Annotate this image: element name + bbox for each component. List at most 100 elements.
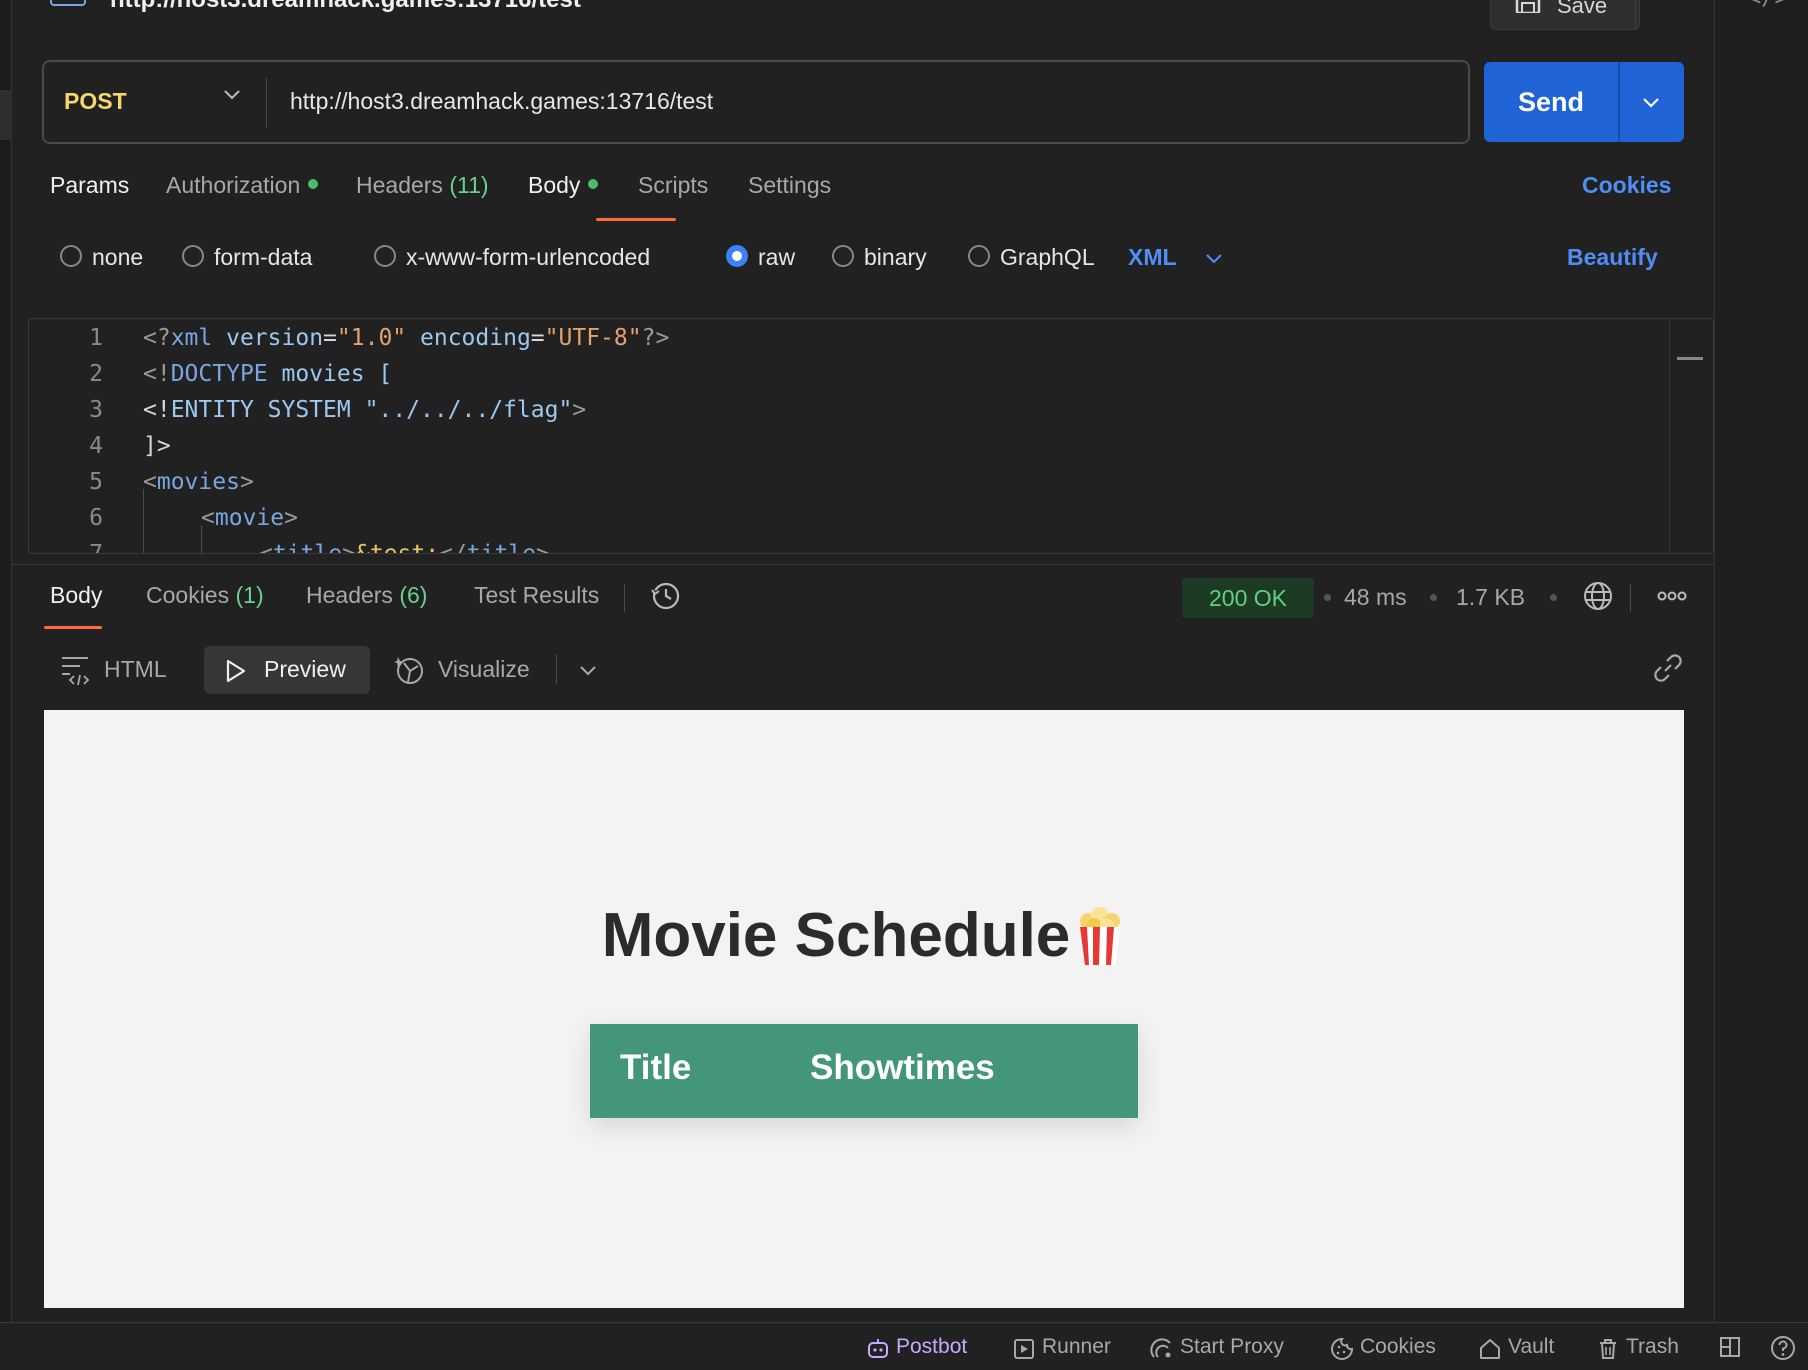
layout-toggle-icon[interactable] bbox=[1718, 1335, 1742, 1359]
meta-separator-dot bbox=[1430, 594, 1437, 601]
more-options-icon[interactable] bbox=[1656, 584, 1688, 608]
line-number: 5 bbox=[89, 469, 103, 495]
method-select[interactable]: POST bbox=[64, 88, 127, 115]
response-cookies-count: (1) bbox=[235, 582, 264, 608]
code-line: 7 <title>&test;</title> bbox=[29, 541, 1669, 553]
tab-response-cookies-label: Cookies bbox=[146, 582, 230, 608]
send-options-chevron-icon[interactable] bbox=[1618, 62, 1684, 142]
code-line: 3 <!ENTITY SYSTEM "../../../flag"> bbox=[29, 397, 1669, 433]
response-tabs-divider bbox=[624, 584, 625, 612]
view-visualize-label: Visualize bbox=[438, 656, 530, 682]
body-type-graphql[interactable]: GraphQL bbox=[968, 244, 1095, 271]
cookies-link[interactable]: Cookies bbox=[1582, 172, 1671, 199]
view-preview-button[interactable]: Preview bbox=[204, 646, 370, 694]
left-sidebar-strip bbox=[0, 0, 12, 1322]
right-context-rail: </> bbox=[1714, 0, 1808, 1322]
radio-urlencoded[interactable] bbox=[374, 244, 396, 267]
radio-raw-selected[interactable] bbox=[726, 244, 748, 267]
tab-scripts[interactable]: Scripts bbox=[638, 172, 708, 199]
code-snippet-icon[interactable]: </> bbox=[1748, 0, 1788, 11]
column-header-showtimes: Showtimes bbox=[810, 1048, 995, 1087]
send-button[interactable]: Send bbox=[1484, 62, 1618, 142]
tab-response-headers-label: Headers bbox=[306, 582, 393, 608]
response-size[interactable]: 1.7 KB bbox=[1456, 584, 1525, 611]
body-type-form-data-label: form-data bbox=[214, 244, 313, 270]
footer-vault-label: Vault bbox=[1508, 1335, 1555, 1358]
editor-scroll-track bbox=[1669, 319, 1670, 553]
code-text: <!DOCTYPE movies [ bbox=[143, 361, 393, 387]
request-type-icon bbox=[50, 0, 86, 6]
meta-separator-dot bbox=[1324, 594, 1331, 601]
response-time[interactable]: 48 ms bbox=[1344, 584, 1407, 611]
tab-response-cookies[interactable]: Cookies (1) bbox=[146, 582, 264, 609]
response-tab-underline bbox=[44, 626, 102, 629]
postbot-icon bbox=[868, 1339, 888, 1358]
radio-none[interactable] bbox=[60, 244, 82, 267]
tab-settings[interactable]: Settings bbox=[748, 172, 831, 199]
body-type-graphql-label: GraphQL bbox=[1000, 244, 1095, 270]
body-type-urlencoded[interactable]: x-www-form-urlencoded bbox=[374, 244, 650, 271]
html-preview-frame[interactable]: Movie Schedule Title Showtimes bbox=[44, 710, 1684, 1308]
tab-response-headers[interactable]: Headers (6) bbox=[306, 582, 427, 609]
status-bar: Postbot Runner Start Proxy Cookies Vault… bbox=[0, 1322, 1808, 1370]
footer-start-proxy-label: Start Proxy bbox=[1180, 1335, 1284, 1358]
indent-guide bbox=[143, 489, 144, 553]
body-type-form-data[interactable]: form-data bbox=[182, 244, 312, 271]
meta-separator-dot bbox=[1550, 594, 1557, 601]
authorization-status-dot bbox=[308, 178, 319, 189]
code-line: 6 <movie> bbox=[29, 505, 1669, 541]
code-text: <?xml version="1.0" encoding="UTF-8"?> bbox=[143, 325, 670, 351]
request-title[interactable]: http://host3.dreamhack.games:13716/test bbox=[110, 0, 581, 14]
editor-scrollbar[interactable] bbox=[1677, 357, 1703, 360]
save-button[interactable]: Save bbox=[1490, 0, 1640, 30]
send-button-group: Send bbox=[1484, 62, 1684, 142]
beautify-button[interactable]: Beautify bbox=[1567, 244, 1658, 271]
cookie-icon bbox=[1331, 1337, 1354, 1360]
request-workspace: http://host3.dreamhack.games:13716/test … bbox=[12, 0, 1714, 1322]
indent-guide bbox=[201, 525, 202, 553]
footer-postbot-label: Postbot bbox=[896, 1335, 968, 1358]
chevron-down-icon[interactable] bbox=[1204, 244, 1224, 270]
globe-icon[interactable] bbox=[1582, 580, 1614, 612]
tab-authorization-label: Authorization bbox=[166, 172, 301, 198]
radio-binary[interactable] bbox=[832, 244, 854, 267]
chevron-down-icon[interactable] bbox=[222, 84, 242, 110]
page-title-text: Movie Schedule bbox=[601, 901, 1071, 970]
body-code-editor[interactable]: 1 <?xml version="1.0" encoding="UTF-8"?>… bbox=[28, 318, 1714, 554]
code-line: 2 <!DOCTYPE movies [ bbox=[29, 361, 1669, 397]
code-text: <!ENTITY SYSTEM "../../../flag"> bbox=[143, 397, 587, 423]
tab-headers[interactable]: Headers (11) bbox=[356, 172, 489, 199]
body-type-none-label: none bbox=[92, 244, 144, 270]
footer-trash-label: Trash bbox=[1626, 1335, 1679, 1358]
chevron-down-icon[interactable] bbox=[578, 660, 598, 680]
help-icon[interactable] bbox=[1770, 1335, 1796, 1361]
schedule-table-header: Title Showtimes bbox=[590, 1024, 1138, 1118]
footer-runner-label: Runner bbox=[1042, 1335, 1111, 1358]
raw-format-select[interactable]: XML bbox=[1128, 244, 1177, 271]
html-format-icon bbox=[62, 657, 90, 686]
body-type-raw[interactable]: raw bbox=[726, 244, 795, 271]
status-badge[interactable]: 200 OK bbox=[1182, 578, 1314, 618]
line-number: 4 bbox=[89, 433, 103, 459]
tab-response-body[interactable]: Body bbox=[50, 582, 102, 609]
tab-authorization[interactable]: Authorization bbox=[166, 172, 319, 199]
tab-test-results[interactable]: Test Results bbox=[474, 582, 599, 609]
footer-cookies-label: Cookies bbox=[1360, 1335, 1436, 1358]
body-type-binary-label: binary bbox=[864, 244, 927, 270]
popcorn-icon bbox=[1074, 905, 1126, 967]
pane-divider[interactable] bbox=[12, 564, 1714, 565]
tab-body[interactable]: Body bbox=[528, 172, 599, 199]
code-line: 5 <movies> bbox=[29, 469, 1669, 505]
body-type-none[interactable]: none bbox=[60, 244, 143, 271]
radio-graphql[interactable] bbox=[968, 244, 990, 267]
link-icon[interactable] bbox=[1652, 652, 1684, 684]
headers-count: (11) bbox=[449, 172, 489, 198]
url-input[interactable]: http://host3.dreamhack.games:13716/test bbox=[290, 88, 713, 115]
radio-form-data[interactable] bbox=[182, 244, 204, 267]
body-type-binary[interactable]: binary bbox=[832, 244, 927, 271]
tab-params[interactable]: Params bbox=[50, 172, 129, 199]
body-type-urlencoded-label: x-www-form-urlencoded bbox=[406, 244, 651, 270]
proxy-icon bbox=[1150, 1338, 1171, 1358]
code-text: ]> bbox=[143, 433, 171, 459]
history-icon[interactable] bbox=[650, 580, 682, 612]
